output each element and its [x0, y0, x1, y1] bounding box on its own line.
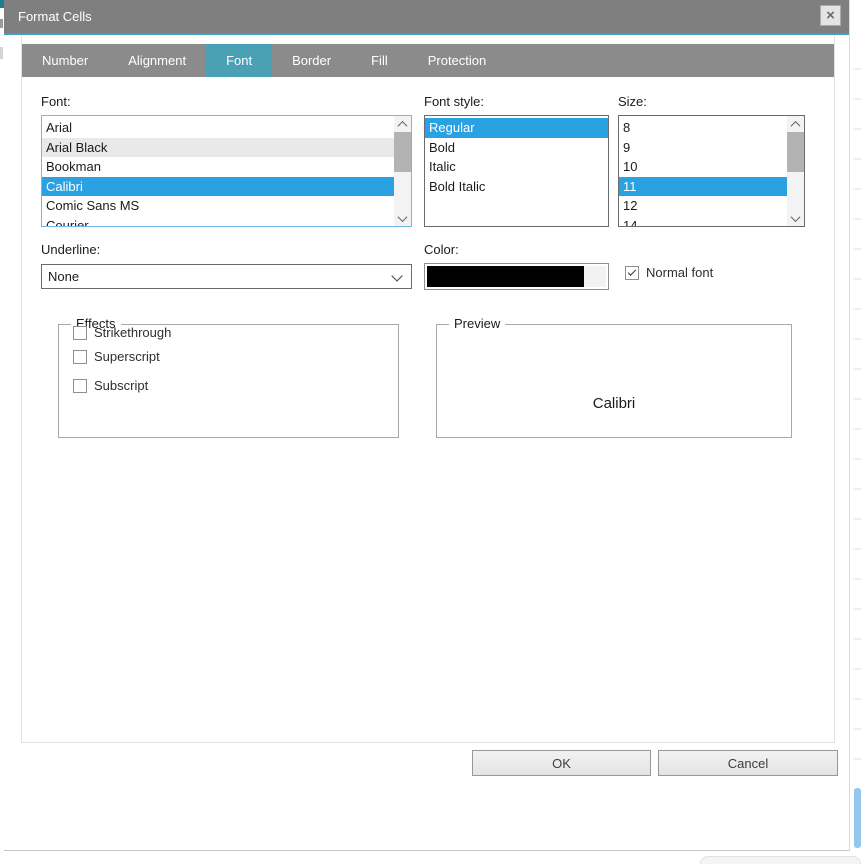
- list-item-selected[interactable]: Calibri: [42, 177, 394, 197]
- checkbox-checked[interactable]: [625, 266, 639, 280]
- scroll-up-icon[interactable]: [787, 116, 804, 132]
- ok-button[interactable]: OK: [472, 750, 651, 776]
- list-item[interactable]: Arial: [42, 118, 394, 138]
- underline-value: None: [48, 269, 79, 284]
- tab-font[interactable]: Font: [206, 44, 272, 77]
- color-picker[interactable]: [424, 263, 609, 290]
- strikethrough-label: Strikethrough: [94, 325, 171, 340]
- page-scrollbar-thumb[interactable]: [854, 788, 861, 848]
- checkbox-unchecked[interactable]: [73, 326, 87, 340]
- list-item-selected[interactable]: Regular: [425, 118, 608, 138]
- list-item[interactable]: 12: [619, 196, 787, 216]
- font-style-listbox[interactable]: Regular Bold Italic Bold Italic: [424, 115, 609, 227]
- format-cells-dialog: Format Cells × Number Alignment Font Bor…: [4, 0, 850, 851]
- checkbox-unchecked[interactable]: [73, 379, 87, 393]
- close-icon[interactable]: ×: [820, 5, 841, 26]
- list-item[interactable]: Bold: [425, 138, 608, 158]
- dialog-title: Format Cells: [18, 0, 92, 33]
- check-icon: [628, 267, 636, 275]
- list-item[interactable]: 8: [619, 118, 787, 138]
- size-list-scrollbar[interactable]: [787, 116, 804, 226]
- font-style-label: Font style:: [424, 94, 484, 109]
- tab-alignment[interactable]: Alignment: [108, 44, 206, 77]
- color-swatch: [427, 266, 584, 287]
- color-label: Color:: [424, 242, 459, 257]
- page: Format Cells × Number Alignment Font Bor…: [0, 0, 861, 864]
- size-list-items: 8 9 10 11 12 14: [619, 117, 787, 226]
- subscript-label: Subscript: [94, 378, 148, 393]
- color-picker-tail: [584, 266, 606, 287]
- size-listbox[interactable]: 8 9 10 11 12 14: [618, 115, 805, 227]
- list-item[interactable]: Bold Italic: [425, 177, 608, 197]
- underline-label: Underline:: [41, 242, 100, 257]
- tab-border[interactable]: Border: [272, 44, 351, 77]
- tab-protection[interactable]: Protection: [408, 44, 507, 77]
- list-item-selected[interactable]: 11: [619, 177, 787, 197]
- font-list-scrollbar[interactable]: [394, 116, 411, 226]
- checkbox-unchecked[interactable]: [73, 350, 87, 364]
- tab-fill[interactable]: Fill: [351, 44, 408, 77]
- effects-group: Effects Strikethrough Superscript Subscr…: [58, 324, 399, 438]
- superscript-label: Superscript: [94, 349, 160, 364]
- font-list-items: Arial Arial Black Bookman Calibri Comic …: [42, 117, 394, 226]
- list-item[interactable]: 9: [619, 138, 787, 158]
- page-bottom-card: [700, 856, 861, 864]
- tab-number[interactable]: Number: [22, 44, 108, 77]
- superscript-checkbox-row[interactable]: Superscript: [73, 349, 160, 364]
- chevron-down-icon: [391, 270, 402, 281]
- list-item[interactable]: 14: [619, 216, 787, 228]
- list-item[interactable]: Courier: [42, 216, 394, 228]
- cancel-button[interactable]: Cancel: [658, 750, 838, 776]
- preview-sample-text: Calibri: [437, 395, 791, 412]
- list-item[interactable]: Comic Sans MS: [42, 196, 394, 216]
- scrollbar-thumb[interactable]: [394, 132, 411, 172]
- font-label: Font:: [41, 94, 71, 109]
- preview-legend: Preview: [449, 316, 505, 331]
- dialog-titlebar: Format Cells ×: [4, 0, 849, 35]
- scroll-down-icon[interactable]: [394, 210, 411, 226]
- size-label: Size:: [618, 94, 647, 109]
- scrollbar-thumb[interactable]: [787, 132, 804, 172]
- underline-select[interactable]: None: [41, 264, 412, 289]
- dialog-content-panel: Number Alignment Font Border Fill Protec…: [21, 35, 835, 743]
- list-item[interactable]: 10: [619, 157, 787, 177]
- page-left-decoration: [0, 47, 3, 59]
- list-item[interactable]: Bookman: [42, 157, 394, 177]
- preview-group: Preview Calibri: [436, 324, 792, 438]
- strikethrough-checkbox-row[interactable]: Strikethrough: [73, 325, 171, 340]
- scroll-up-icon[interactable]: [394, 116, 411, 132]
- font-listbox[interactable]: Arial Arial Black Bookman Calibri Comic …: [41, 115, 412, 227]
- subscript-checkbox-row[interactable]: Subscript: [73, 378, 148, 393]
- scroll-down-icon[interactable]: [787, 210, 804, 226]
- normal-font-checkbox-row[interactable]: Normal font: [625, 265, 713, 280]
- list-item[interactable]: Arial Black: [42, 138, 394, 158]
- page-left-decoration: [0, 19, 3, 28]
- list-item[interactable]: Italic: [425, 157, 608, 177]
- normal-font-label: Normal font: [646, 265, 713, 280]
- tab-strip: Number Alignment Font Border Fill Protec…: [22, 44, 834, 77]
- page-right-edge: [853, 40, 861, 780]
- font-style-list-items: Regular Bold Italic Bold Italic: [425, 117, 608, 226]
